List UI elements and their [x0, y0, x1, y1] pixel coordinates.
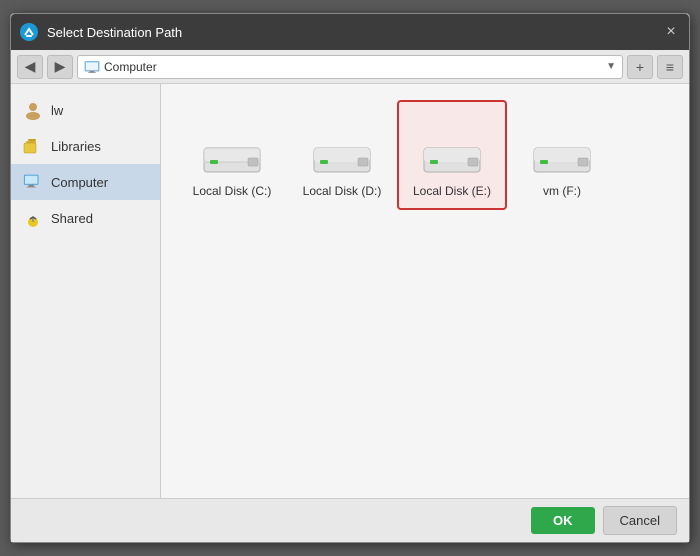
file-item-disk-d[interactable]: Local Disk (D:) — [287, 100, 397, 210]
sidebar-item-computer[interactable]: Computer — [11, 164, 160, 200]
sidebar-item-lw-label: lw — [51, 103, 63, 118]
drive-icon-c — [200, 140, 264, 178]
address-bar[interactable]: Computer ▼ — [77, 55, 623, 79]
new-folder-button[interactable]: + — [627, 55, 653, 79]
sidebar-item-libraries-label: Libraries — [51, 139, 101, 154]
toolbar: ◀ ▶ Computer ▼ + ≡ — [11, 50, 689, 84]
file-item-disk-c-label: Local Disk (C:) — [193, 184, 272, 198]
file-area: Local Disk (C:) Local Disk (D:) — [161, 84, 689, 498]
close-button[interactable]: × — [661, 22, 681, 42]
file-item-disk-e[interactable]: Local Disk (E:) — [397, 100, 507, 210]
drive-icon-f — [530, 140, 594, 178]
sidebar-item-shared-label: Shared — [51, 211, 93, 226]
dialog: Select Destination Path × ◀ ▶ Computer ▼… — [10, 13, 690, 543]
sidebar-item-shared[interactable]: Shared — [11, 200, 160, 236]
monitor-icon — [84, 61, 100, 73]
sidebar-item-libraries[interactable]: Libraries — [11, 128, 160, 164]
drive-icon-e — [420, 140, 484, 178]
file-item-disk-d-label: Local Disk (D:) — [303, 184, 382, 198]
address-dropdown-icon[interactable]: ▼ — [606, 61, 616, 72]
ok-button[interactable]: OK — [531, 507, 595, 534]
sidebar-item-lw[interactable]: lw — [11, 92, 160, 128]
main-area: lw Libraries — [11, 84, 689, 498]
app-icon — [19, 22, 39, 42]
back-button[interactable]: ◀ — [17, 55, 43, 79]
file-item-disk-f-label: vm (F:) — [543, 184, 581, 198]
address-text: Computer — [104, 60, 602, 74]
forward-button[interactable]: ▶ — [47, 55, 73, 79]
sidebar: lw Libraries — [11, 84, 161, 498]
file-item-disk-f[interactable]: vm (F:) — [507, 100, 617, 210]
drive-icon-d — [310, 140, 374, 178]
shared-icon — [23, 208, 43, 228]
computer-icon — [23, 172, 43, 192]
title-bar: Select Destination Path × — [11, 14, 689, 50]
sidebar-item-computer-label: Computer — [51, 175, 108, 190]
file-item-disk-c[interactable]: Local Disk (C:) — [177, 100, 287, 210]
cancel-button[interactable]: Cancel — [603, 506, 677, 535]
bottom-bar: OK Cancel — [11, 498, 689, 542]
dialog-title: Select Destination Path — [47, 25, 661, 40]
toolbar-actions: + ≡ — [627, 55, 683, 79]
view-toggle-button[interactable]: ≡ — [657, 55, 683, 79]
file-item-disk-e-label: Local Disk (E:) — [413, 184, 491, 198]
user-icon — [23, 100, 43, 120]
libraries-icon — [23, 136, 43, 156]
